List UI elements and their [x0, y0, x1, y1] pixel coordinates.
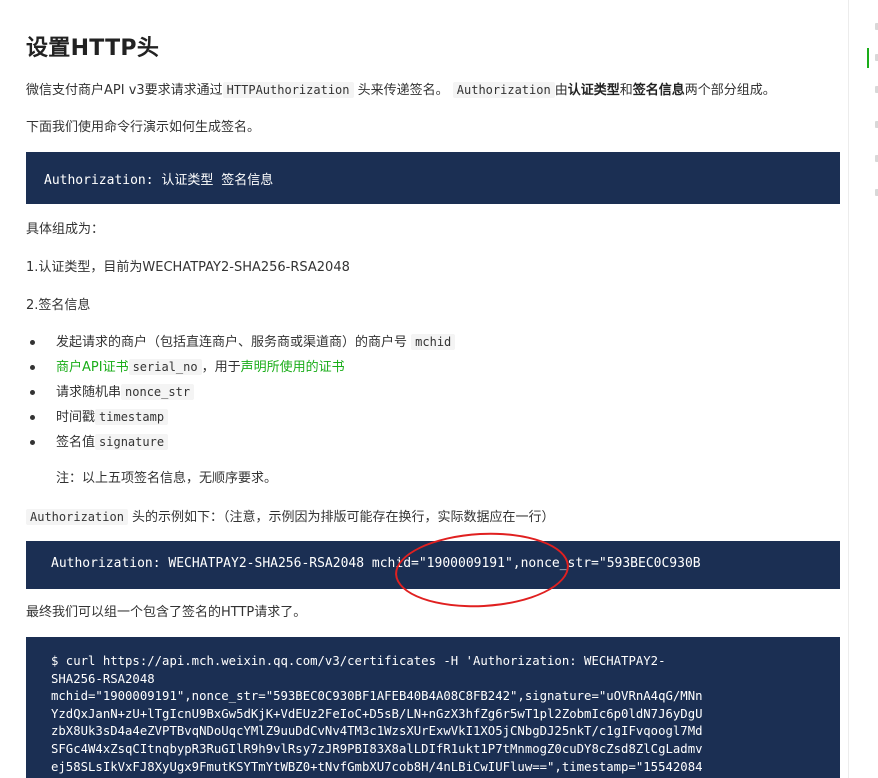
toc-active-indicator	[867, 48, 869, 68]
inline-code: HTTPAuthorization	[222, 82, 354, 98]
toc-sidebar	[848, 0, 878, 778]
inline-code: Authorization	[26, 509, 128, 525]
intro-paragraph: 微信支付商户API v3要求请求通过 HTTPAuthorization 头来传递…	[26, 82, 776, 98]
inline-code: Authorization	[452, 82, 555, 98]
list-item: 签名值 signature	[29, 430, 455, 455]
signature-info-item: 2.签名信息	[26, 298, 91, 313]
list-item: 发起请求的商户（包括直连商户、服务商或渠道商）的商户号 mchid	[29, 330, 456, 355]
list-item: 商户API证书 serial_no ，用于声明所使用的证书	[29, 355, 455, 380]
composition-label: 具体组成为：	[26, 222, 105, 237]
curl-command: $ curl https://api.mch.weixin.qq.com/v3/…	[51, 654, 703, 774]
list-item: 请求随机串 nonce_str	[29, 380, 455, 405]
code-block-example: Authorization: WECHATPAY2-SHA256-RSA2048…	[26, 541, 840, 589]
final-paragraph: 最终我们可以组一个包含了签名的HTTP请求了。	[26, 605, 307, 620]
auth-type-item: 1.认证类型，目前为WECHATPAY2-SHA256-RSA2048	[26, 260, 350, 275]
list-item: 时间戳 timestamp	[29, 405, 455, 430]
order-note: 注：以上五项签名信息，无顺序要求。	[56, 471, 278, 486]
signature-fields-list: 发起请求的商户（包括直连商户、服务商或渠道商）的商户号 mchid 商户API证…	[29, 330, 456, 455]
page-title: 设置HTTP头	[26, 36, 160, 61]
demo-paragraph: 下面我们使用命令行演示如何生成签名。	[26, 120, 261, 135]
code-block-header: Authorization: 认证类型 签名信息	[26, 152, 840, 204]
code-block-curl: $ curl https://api.mch.weixin.qq.com/v3/…	[26, 637, 840, 778]
merchant-cert-link[interactable]: 商户API证书	[56, 360, 129, 375]
declare-cert-link[interactable]: 声明所使用的证书	[241, 360, 345, 375]
example-intro: Authorization 头的示例如下：（注意，示例因为排版可能存在换行，实际…	[26, 507, 555, 528]
